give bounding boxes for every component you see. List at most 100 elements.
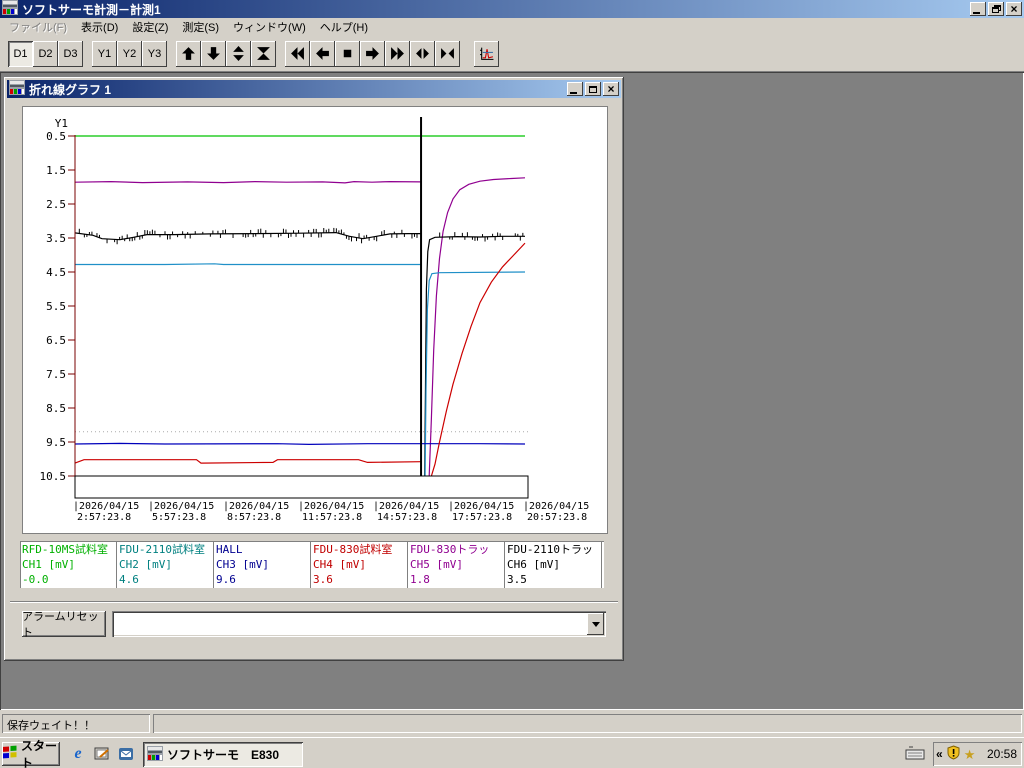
chevron-down-icon (591, 621, 600, 627)
x-date-label: |2026/04/15 (298, 501, 364, 512)
menu-item-4[interactable]: 測定(S) (175, 17, 226, 37)
y-tick-label: 1.5 (46, 164, 66, 177)
toolbar-button-stop[interactable] (335, 40, 360, 67)
menu-item-5[interactable]: ウィンドウ(W) (226, 17, 313, 37)
keyboard-icon[interactable] (905, 746, 925, 763)
series-ch5-line (428, 177, 526, 477)
minimize-button[interactable] (970, 2, 986, 16)
step-forward-icon (366, 47, 379, 60)
toolbar-button-expand-horizontal[interactable] (410, 40, 435, 67)
main-titlebar: ソフトサーモ計測－計測1 × (0, 0, 1024, 18)
start-button[interactable]: スタート (2, 739, 60, 768)
graph-window: 折れ線グラフ 1 × 0.5 1.5 2.5 3.5 4.5 5.5 6.5 7.5 8.5 9.… (4, 77, 624, 661)
x-time-label: 20:57:23.8 (527, 512, 587, 523)
series-ch2-line (75, 263, 422, 266)
graph-window-title: 折れ線グラフ 1 (29, 82, 112, 97)
series-ch4-line (430, 242, 526, 477)
task-button-label: ソフトサーモ E830 (167, 748, 280, 762)
x-date-label: |2026/04/15 (523, 501, 589, 512)
legend-channel-4: FDU-830試料室 CH4 [mV] 3.6 (311, 541, 408, 588)
toolbar-button-step-forward[interactable] (360, 40, 385, 67)
channel-name: FDU-2110試料室 (119, 543, 205, 556)
toolbar: D1 D2 D3 Y1 Y2 Y3 (0, 36, 1024, 72)
legend-channel-5: FDU-830トラッ CH5 [mV] 1.8 (408, 541, 505, 588)
app-chart-icon (9, 80, 25, 95)
mdi-client-area: 折れ線グラフ 1 × 0.5 1.5 2.5 3.5 4.5 5.5 6.5 7.5 8.5 9.… (0, 72, 1024, 710)
system-tray: « ★ 20:58 (933, 742, 1022, 766)
channel-label: CH3 [mV] (216, 558, 269, 571)
toolbar-button-step-back[interactable] (310, 40, 335, 67)
y-tick-label: 9.5 (46, 436, 66, 449)
maximize-button[interactable] (585, 82, 601, 96)
channel-value: -0.0 (22, 573, 49, 586)
star-icon[interactable]: ★ (964, 748, 976, 761)
channel-value: 3.6 (313, 573, 333, 586)
expand-horizontal-icon (416, 48, 429, 59)
toolbar-button-line-chart[interactable] (474, 40, 499, 67)
combobox-dropdown-button[interactable] (587, 613, 604, 635)
restore-button[interactable] (988, 2, 1004, 16)
alarm-strip-box (74, 475, 529, 499)
x-date-label: |2026/04/15 (223, 501, 289, 512)
toolbar-button-arrow-down[interactable] (201, 40, 226, 67)
x-date-label: |2026/04/15 (148, 501, 214, 512)
toolbar-button-compress-vertical[interactable] (251, 40, 276, 67)
channel-value: 4.6 (119, 573, 139, 586)
tray-clock: 20:58 (986, 747, 1017, 761)
menu-item-2[interactable]: 表示(D) (74, 17, 125, 37)
menu-item-1[interactable]: ファイル(F) (2, 17, 74, 37)
skip-back-icon (291, 47, 304, 60)
x-date-label: |2026/04/15 (373, 501, 439, 512)
taskbar: スタート e ソフトサーモ E830 « ★ 20:58 (0, 737, 1024, 768)
alarm-combobox-value[interactable] (114, 613, 587, 635)
x-time-label: 11:57:23.8 (302, 512, 362, 523)
toolbar-button-expand-vertical[interactable] (226, 40, 251, 67)
channel-name: HALL (216, 543, 243, 556)
stop-icon (343, 49, 352, 58)
toolbar-button-d1[interactable]: D1 (8, 40, 33, 67)
x-date-label: |2026/04/15 (448, 501, 514, 512)
minimize-button[interactable] (567, 82, 583, 96)
toolbar-button-d3[interactable]: D3 (58, 40, 83, 67)
desktop-screen: ソフトサーモ計測－計測1 × ファイル(F) 表示(D) 設定(Z) 測定(S) ウィン… (0, 0, 1024, 768)
x-time-label: 5:57:23.8 (152, 512, 206, 523)
toolbar-button-y1[interactable]: Y1 (92, 40, 117, 67)
toolbar-button-y2[interactable]: Y2 (117, 40, 142, 67)
tray-chevron-button[interactable]: « (936, 747, 943, 761)
app-chart-icon (147, 745, 163, 761)
alarm-reset-button[interactable]: アラームリセット (22, 611, 106, 639)
internet-explorer-icon[interactable]: e (68, 744, 88, 764)
close-button[interactable]: × (603, 82, 619, 96)
toolbar-button-compress-horizontal[interactable] (435, 40, 460, 67)
alarm-combobox[interactable] (112, 611, 606, 637)
show-desktop-icon[interactable] (92, 744, 112, 764)
toolbar-button-d2[interactable]: D2 (33, 40, 58, 67)
channel-label: CH6 [mV] (507, 558, 560, 571)
menu-bar: ファイル(F) 表示(D) 設定(Z) 測定(S) ウィンドウ(W) ヘルプ(H) (0, 18, 1024, 36)
menu-item-3[interactable]: 設定(Z) (125, 17, 175, 37)
toolbar-button-skip-back[interactable] (285, 40, 310, 67)
skip-forward-icon (391, 47, 404, 60)
legend-channel-6: FDU-2110トラッ CH6 [mV] 3.5 (505, 541, 602, 588)
outlook-express-icon[interactable] (116, 744, 136, 764)
app-chart-icon (2, 0, 18, 15)
line-chart-canvas: 0.5 1.5 2.5 3.5 4.5 5.5 6.5 7.5 8.5 9.5 10.5 Y1 |202… (40, 117, 589, 523)
channel-value: 3.5 (507, 573, 527, 586)
status-pane-secondary (153, 714, 1022, 733)
menu-item-6[interactable]: ヘルプ(H) (313, 17, 375, 37)
channel-value: 1.8 (410, 573, 430, 586)
toolbar-button-skip-forward[interactable] (385, 40, 410, 67)
windows-flag-icon (3, 745, 17, 759)
legend-channel-1: RFD-10MS試料室 CH1 [mV] -0.0 (20, 541, 117, 588)
legend-channel-2: FDU-2110試料室 CH2 [mV] 4.6 (117, 541, 214, 588)
app-icon (9, 80, 25, 98)
channel-label: CH1 [mV] (22, 558, 75, 571)
taskbar-task-button[interactable]: ソフトサーモ E830 (143, 742, 303, 767)
close-button[interactable]: × (1006, 2, 1022, 16)
app-icon (147, 745, 163, 764)
toolbar-button-arrow-up[interactable] (176, 40, 201, 67)
security-shield-icon[interactable] (946, 745, 961, 763)
window-title: ソフトサーモ計測－計測1 (22, 2, 161, 17)
line-chart-icon (480, 47, 494, 60)
toolbar-button-y3[interactable]: Y3 (142, 40, 167, 67)
